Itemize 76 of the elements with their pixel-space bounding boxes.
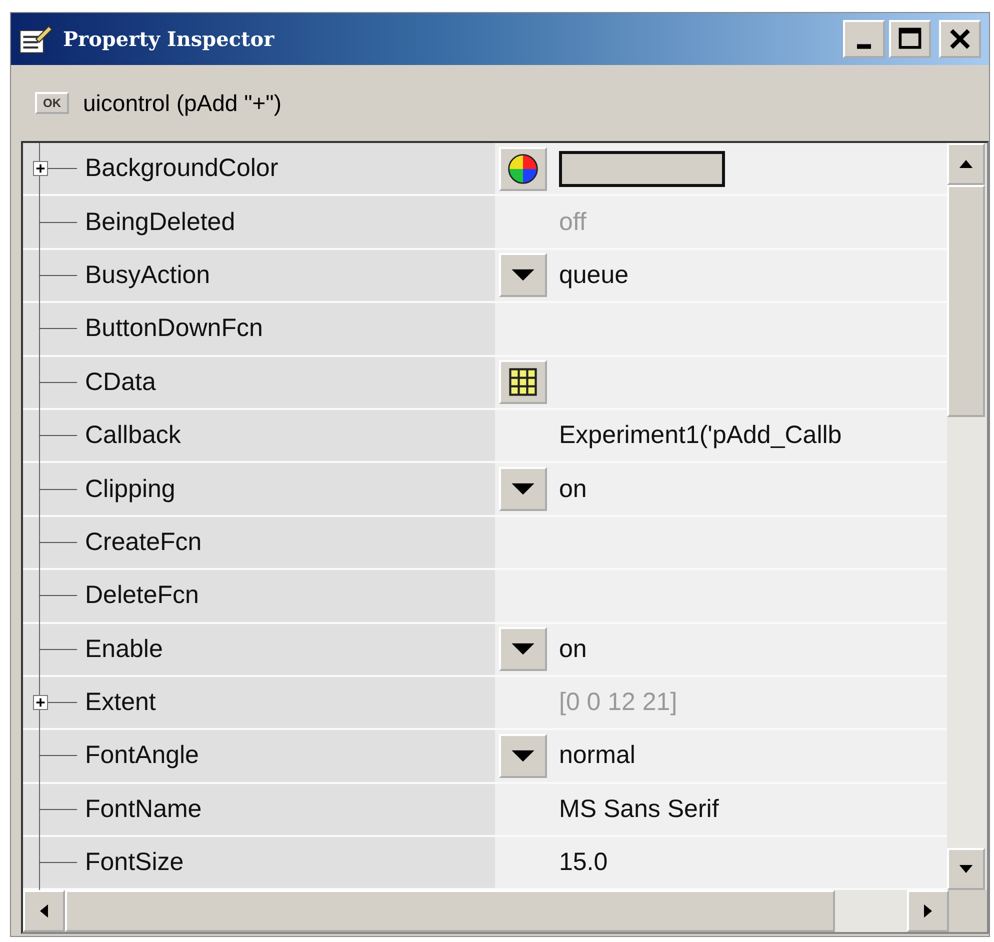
- dropdown-button[interactable]: [499, 467, 547, 512]
- property-name: FontName: [85, 794, 202, 824]
- color-wheel-icon[interactable]: [499, 146, 547, 191]
- scroll-down-button[interactable]: [947, 848, 985, 890]
- arrow-down-icon: [959, 865, 973, 874]
- object-type-badge: OK: [35, 92, 69, 114]
- property-name-cell[interactable]: Enable: [23, 624, 495, 675]
- property-name: DeleteFcn: [85, 581, 199, 610]
- property-name-cell[interactable]: CData: [23, 356, 495, 408]
- scroll-up-button[interactable]: [947, 143, 985, 185]
- property-name: CData: [85, 368, 156, 397]
- property-name-cell[interactable]: BackgroundColor: [23, 143, 495, 194]
- arrow-right-icon: [924, 904, 932, 918]
- property-name-cell[interactable]: Callback: [23, 410, 495, 462]
- scroll-thumb[interactable]: [947, 185, 985, 417]
- property-name: BusyAction: [85, 260, 210, 290]
- property-name: Enable: [85, 634, 163, 664]
- property-value: Experiment1('pAdd_Callb: [559, 421, 842, 450]
- property-value: queue: [559, 260, 629, 290]
- table-grid-icon[interactable]: [499, 360, 547, 404]
- dropdown-button[interactable]: [499, 253, 547, 298]
- property-name: ButtonDownFcn: [85, 314, 263, 344]
- property-name-cell[interactable]: ButtonDownFcn: [23, 303, 495, 355]
- scroll-left-button[interactable]: [23, 890, 65, 932]
- scrollbar-corner: [949, 890, 987, 932]
- property-value: normal: [559, 741, 636, 770]
- property-name: CreateFcn: [85, 528, 202, 557]
- dropdown-button[interactable]: [499, 734, 547, 778]
- property-name-cell[interactable]: DeleteFcn: [23, 570, 495, 622]
- property-name-cell[interactable]: FontAngle: [23, 730, 495, 782]
- property-name: FontAngle: [85, 741, 199, 770]
- property-name-cell[interactable]: CreateFcn: [23, 516, 495, 568]
- window-title: Property Inspector: [63, 27, 276, 51]
- property-value: MS Sans Serif: [559, 794, 719, 824]
- scroll-thumb[interactable]: [65, 890, 835, 932]
- property-value: on: [559, 474, 587, 504]
- property-name: BeingDeleted: [85, 208, 236, 237]
- minimize-icon: [857, 44, 871, 48]
- close-button[interactable]: [939, 20, 981, 58]
- document-pen-icon: [19, 24, 53, 54]
- object-label: uicontrol (pAdd "+"): [83, 90, 282, 116]
- property-value-cell[interactable]: [495, 303, 947, 355]
- property-name: Clipping: [85, 474, 176, 504]
- property-value-cell[interactable]: Experiment1('pAdd_Callb: [495, 410, 947, 462]
- property-value: 15.0: [559, 848, 608, 878]
- property-value-cell[interactable]: MS Sans Serif: [495, 784, 947, 836]
- property-value: on: [559, 634, 587, 664]
- property-name: Extent: [85, 688, 156, 718]
- property-name: Callback: [85, 421, 181, 450]
- property-value-cell[interactable]: [495, 356, 947, 408]
- dropdown-button[interactable]: [499, 627, 547, 672]
- maximize-button[interactable]: [889, 20, 931, 58]
- minimize-button[interactable]: [843, 20, 885, 58]
- property-value-cell[interactable]: on: [495, 624, 947, 675]
- arrow-left-icon: [40, 904, 48, 918]
- property-name-cell[interactable]: BusyAction: [23, 250, 495, 302]
- color-swatch[interactable]: [559, 150, 725, 187]
- arrow-up-icon: [959, 160, 973, 168]
- property-value-cell[interactable]: 15.0: [495, 837, 947, 888]
- vertical-scrollbar[interactable]: [947, 143, 985, 890]
- horizontal-scrollbar[interactable]: [23, 890, 987, 932]
- property-value-cell[interactable]: normal: [495, 730, 947, 782]
- property-name-cell[interactable]: FontName: [23, 784, 495, 836]
- property-name-cell[interactable]: FontSize: [23, 837, 495, 888]
- scroll-right-button[interactable]: [907, 890, 949, 932]
- property-name: FontSize: [85, 848, 184, 878]
- property-value-cell[interactable]: [495, 570, 947, 622]
- property-value: off: [559, 208, 586, 237]
- property-value: [0 0 12 21]: [559, 688, 678, 718]
- property-value-cell[interactable]: [495, 516, 947, 568]
- property-value-cell[interactable]: [495, 143, 947, 194]
- property-value-cell[interactable]: queue: [495, 250, 947, 302]
- property-name: BackgroundColor: [85, 154, 278, 184]
- property-value-cell[interactable]: on: [495, 463, 947, 515]
- property-name-cell[interactable]: Clipping: [23, 463, 495, 515]
- expand-icon[interactable]: [33, 161, 48, 176]
